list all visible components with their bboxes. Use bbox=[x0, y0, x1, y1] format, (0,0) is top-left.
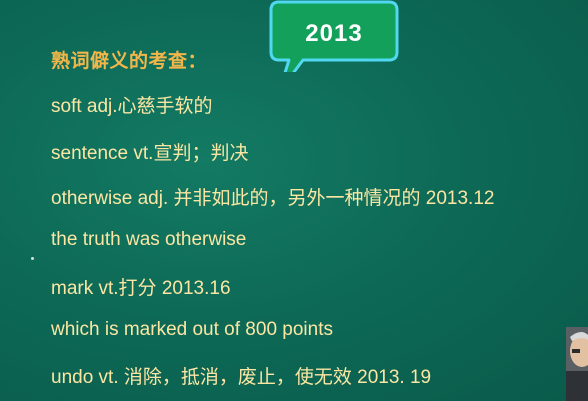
laser-pointer-dot bbox=[31, 257, 34, 260]
vocab-line-mark: mark vt.打分 2013.16 bbox=[51, 278, 231, 299]
presenter-avatar bbox=[566, 327, 588, 401]
year-badge: 2013 bbox=[305, 20, 363, 47]
vocab-line-undo: undo vt. 消除，抵消，废止，使无效 2013. 19 bbox=[51, 367, 432, 388]
example-line-otherwise: the truth was otherwise bbox=[51, 229, 247, 250]
example-line-mark: which is marked out of 800 points bbox=[51, 319, 333, 340]
year-speech-bubble: 2013 bbox=[269, 0, 399, 72]
vocab-line-sentence: sentence vt.宣判；判决 bbox=[51, 143, 249, 164]
vocab-line-otherwise: otherwise adj. 并非如此的，另外一种情况的 2013.12 bbox=[51, 188, 495, 209]
slide-heading: 熟词僻义的考查： bbox=[51, 51, 208, 72]
vocab-line-soft: soft adj.心慈手软的 bbox=[51, 96, 213, 117]
